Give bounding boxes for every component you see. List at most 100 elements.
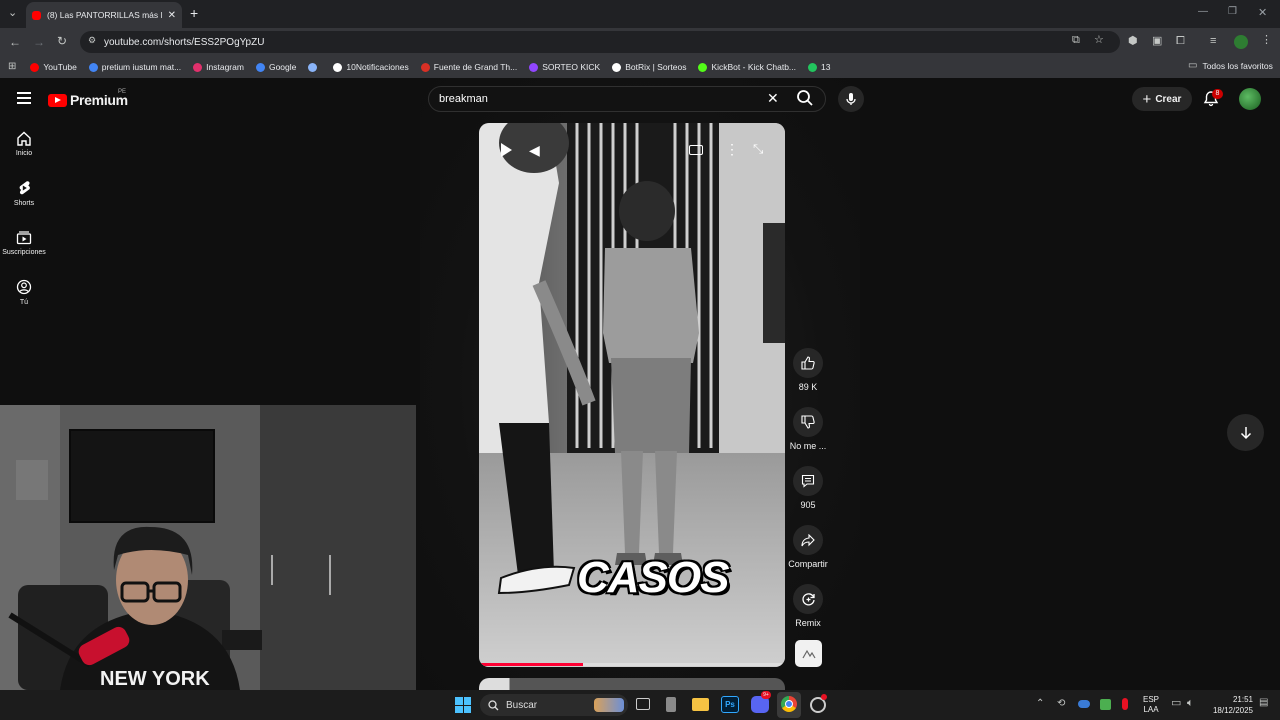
notification-center-icon[interactable]: ▤ — [1259, 698, 1268, 708]
chrome-menu-icon[interactable]: ⋮ — [1261, 35, 1272, 46]
tray-chevron-icon[interactable]: ⌃ — [1036, 699, 1044, 709]
youtube-play-logo-icon — [48, 93, 67, 107]
next-short-preview[interactable] — [479, 678, 785, 690]
media-control-icon[interactable]: ≡ — [1210, 36, 1216, 47]
menu-hamburger-icon[interactable] — [17, 92, 31, 104]
language-top: ESP — [1143, 695, 1160, 704]
volume-icon[interactable]: ◀ — [529, 142, 540, 159]
new-tab-button[interactable]: + — [190, 5, 198, 21]
share-label: Compartir — [788, 559, 828, 569]
clock-date: 18/12/2025 — [1212, 706, 1253, 715]
plus-icon: + — [1142, 90, 1152, 108]
tray-app-icon[interactable]: ⟲ — [1057, 699, 1065, 709]
bookmark-item[interactable]: Google — [255, 62, 296, 72]
thumbs-up-icon — [801, 356, 815, 370]
taskbar-search-box[interactable]: Buscar — [480, 694, 628, 716]
share-icon — [801, 533, 815, 546]
fullscreen-icon[interactable]: ⤡ — [753, 141, 763, 157]
bookmark-favicon-icon — [529, 62, 539, 72]
taskbar-app-icon[interactable] — [666, 697, 676, 712]
address-bar[interactable]: ⚙ youtube.com/shorts/ESS2POgYpZU ⧉ ☆ — [80, 31, 1120, 53]
dislike-button[interactable]: No me ... — [788, 407, 828, 451]
microphone-icon — [846, 93, 856, 105]
forward-icon[interactable]: → — [33, 36, 45, 48]
you-icon — [16, 279, 32, 295]
bookmark-item[interactable]: pretium iustum mat... — [88, 62, 181, 72]
search-highlight-icon — [594, 698, 624, 712]
tab-close-icon[interactable]: ✕ — [168, 10, 176, 21]
sidebar-item-tu[interactable]: Tú — [0, 279, 48, 306]
video-progress-track[interactable] — [479, 663, 785, 666]
bookmark-label: Fuente de Grand Th... — [433, 62, 518, 72]
reload-icon[interactable]: ↻ — [57, 35, 67, 47]
remix-button[interactable]: Remix — [788, 584, 828, 628]
share-button[interactable]: Compartir — [784, 525, 832, 569]
task-view-icon[interactable] — [636, 698, 650, 710]
minimize-button[interactable]: — — [1198, 6, 1208, 17]
apps-grid-icon[interactable]: ⊞ — [8, 62, 16, 72]
youtube-logo[interactable]: Premium — [48, 92, 128, 108]
like-button[interactable]: 89 K — [788, 348, 828, 392]
youtube-favicon-icon — [32, 10, 41, 20]
sidebar-label-inicio: Inicio — [15, 150, 33, 157]
close-window-button[interactable]: ✕ — [1258, 6, 1267, 19]
maximize-button[interactable]: ❐ — [1228, 6, 1237, 17]
play-icon[interactable] — [501, 143, 512, 157]
extension-shield-icon[interactable]: ⬢ — [1128, 36, 1138, 47]
sidebar-item-suscripciones[interactable]: Suscripciones — [0, 230, 48, 256]
search-icon[interactable] — [796, 89, 814, 107]
back-icon[interactable]: ← — [9, 36, 21, 48]
clock[interactable]: 21:51 18/12/2025 — [1205, 694, 1253, 716]
sidebar-item-inicio[interactable]: Inicio — [0, 131, 48, 157]
bookmark-item[interactable]: BotRix | Sorteos — [612, 62, 686, 72]
bookmark-star-icon[interactable]: ☆ — [1094, 35, 1104, 46]
volume-tray-icon[interactable]: 🔈︎ — [1187, 698, 1194, 709]
create-button[interactable]: + Crear — [1132, 87, 1192, 111]
bookmark-label: YouTube — [43, 62, 77, 72]
bookmark-favicon-icon — [698, 62, 708, 72]
file-explorer-icon[interactable] — [692, 698, 709, 711]
captions-icon[interactable] — [689, 145, 703, 155]
mic-in-use-icon[interactable] — [1122, 698, 1128, 710]
tab-search-icon[interactable]: ⌄ — [8, 8, 17, 19]
bookmark-item[interactable]: SORTEO KICK — [529, 62, 600, 72]
comment-count: 905 — [800, 500, 816, 510]
windows-start-icon[interactable] — [455, 697, 471, 713]
shorts-video-player[interactable]: ◀ ⋮ ⤡ CASOS — [479, 123, 785, 667]
photoshop-icon[interactable]: Ps — [721, 696, 739, 713]
bookmark-label: BotRix | Sorteos — [625, 62, 687, 72]
bookmark-item[interactable]: KickBot - Kick Chatb... — [698, 62, 796, 72]
all-favorites-label: Todos los favoritos — [1202, 61, 1273, 71]
clear-search-icon[interactable]: ✕ — [767, 90, 779, 107]
more-options-icon[interactable]: ⋮ — [725, 141, 739, 158]
onedrive-icon[interactable] — [1078, 700, 1090, 708]
profile-avatar[interactable] — [1234, 35, 1248, 49]
search-input[interactable]: breakman — [439, 93, 488, 105]
bookmark-item[interactable]: 10Notificaciones — [333, 62, 409, 72]
network-icon[interactable]: ▭ — [1171, 698, 1181, 709]
obs-recording-dot — [821, 694, 827, 700]
all-favorites-folder[interactable]: ▭ Todos los favoritos — [1188, 61, 1273, 72]
language-bottom: LAA — [1143, 705, 1159, 714]
bookmark-item[interactable]: Fuente de Grand Th... — [420, 62, 518, 72]
next-video-button[interactable] — [1227, 414, 1264, 451]
voice-search-button[interactable] — [838, 86, 864, 112]
bookmark-item[interactable] — [308, 62, 321, 72]
security-icon[interactable] — [1100, 699, 1111, 710]
comment-icon — [801, 474, 815, 488]
extensions-puzzle-icon[interactable]: ⧠ — [1176, 36, 1185, 47]
comments-button[interactable]: 905 — [788, 466, 828, 510]
active-tab[interactable]: (8) Las PANTORRILLAS más IMP ✕ — [26, 2, 182, 28]
webcam-overlay: NEW YORK — [0, 405, 416, 690]
bookmark-item[interactable]: 13 — [808, 62, 830, 72]
install-app-icon[interactable]: ⧉ — [1072, 35, 1080, 46]
bookmark-item[interactable]: Instagram — [193, 62, 244, 72]
site-info-icon[interactable]: ⚙ — [88, 36, 96, 45]
language-indicator[interactable]: ESP LAA — [1143, 695, 1159, 715]
sound-thumbnail[interactable] — [795, 640, 822, 667]
sidebar-item-shorts[interactable]: Shorts — [0, 180, 48, 207]
chrome-taskbar-item[interactable] — [777, 692, 801, 718]
extension-cc-icon[interactable]: ▣ — [1152, 36, 1162, 47]
bookmark-item[interactable]: YouTube — [30, 62, 77, 72]
account-avatar[interactable] — [1239, 88, 1261, 110]
